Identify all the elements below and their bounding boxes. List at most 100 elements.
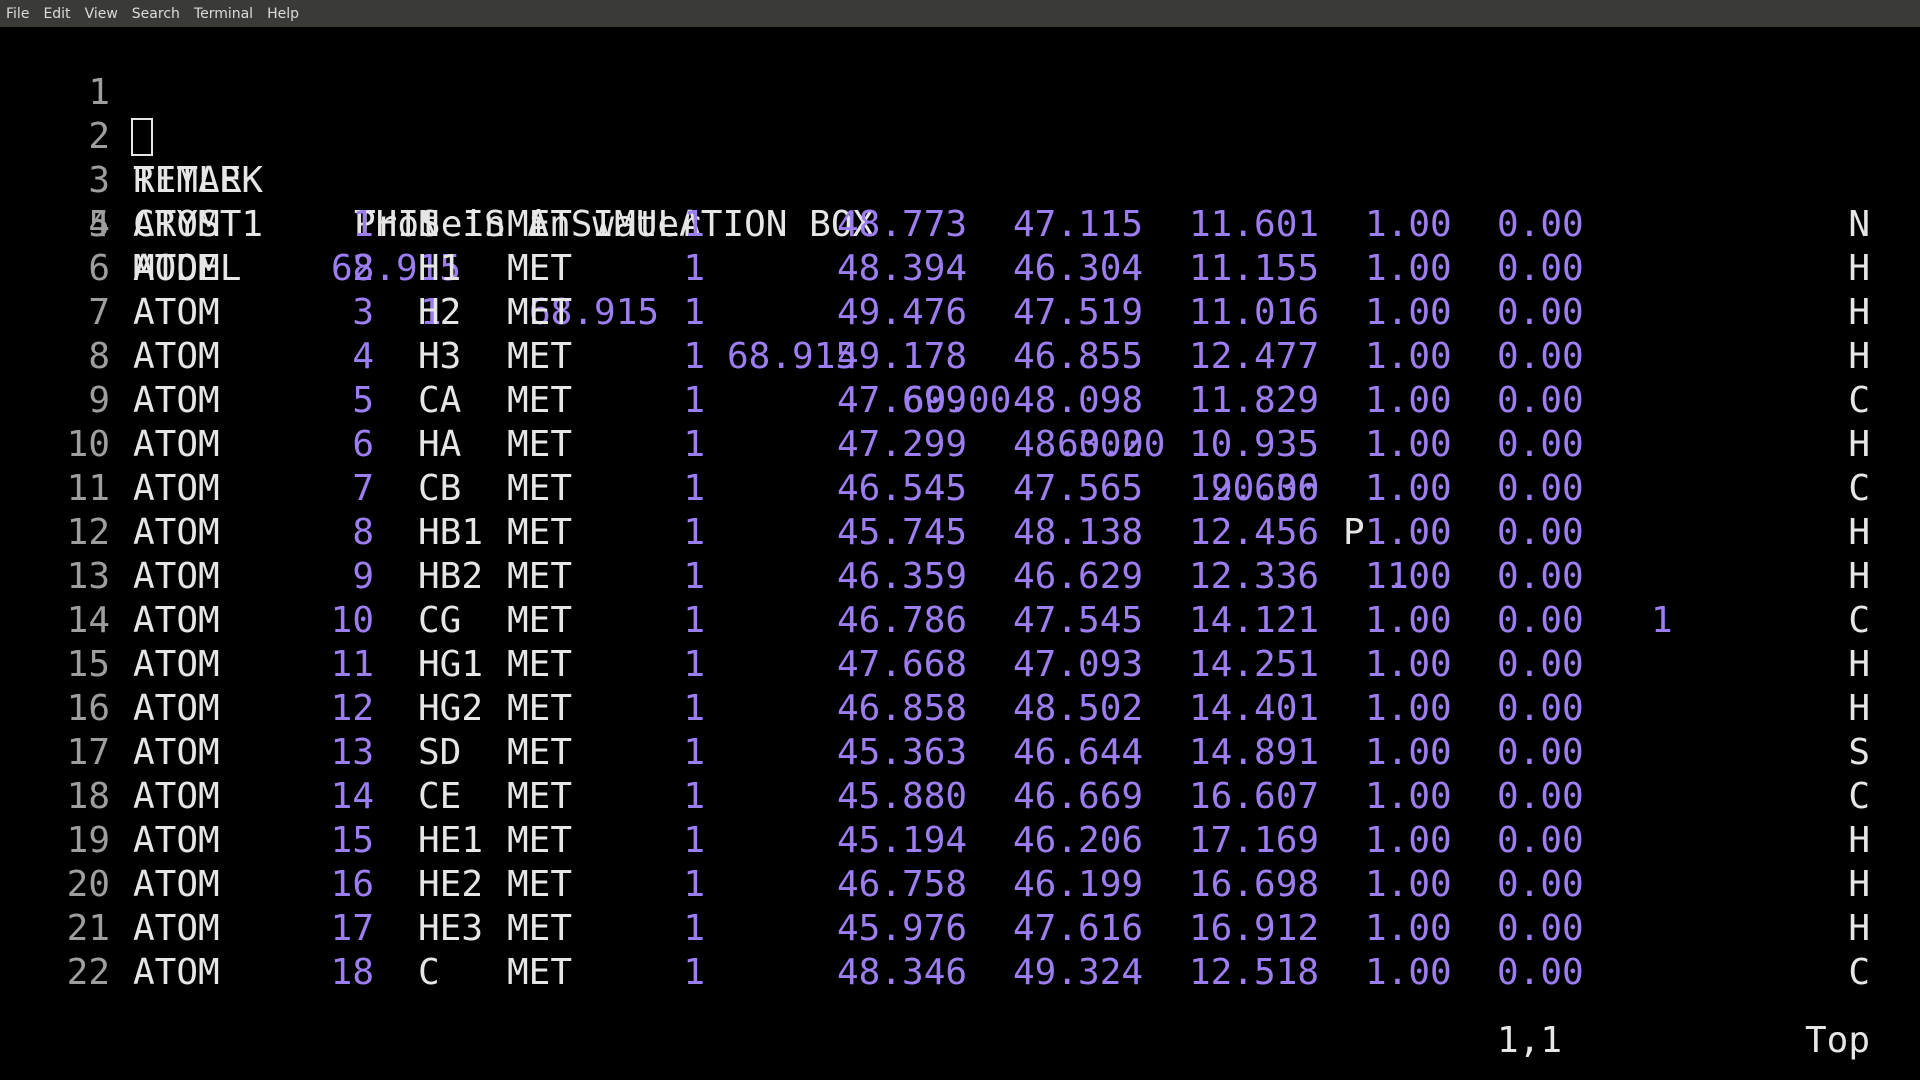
atom-serial: 11: [330, 644, 374, 685]
residue-seq: 1: [683, 380, 705, 421]
coord-y: 46.199: [1013, 864, 1144, 905]
editor-line: 16 ATOM 12 HG2 MET 1 46.858 48.502 14.401 1.00 0.0…: [0, 687, 1920, 731]
editor-line: 6 ATOM 2 H1 MET 1 48.394 46.304 11.155 1.00 0.00 H: [0, 247, 1920, 291]
editor-line: 12 ATOM 8 HB1 MET 1 45.745 48.138 12.456 1.00 0.00…: [0, 511, 1920, 555]
coord-x: 46.858: [837, 688, 968, 729]
line-number: 17: [66, 732, 110, 773]
residue-seq: 1: [683, 204, 705, 245]
terminal-editor[interactable]: 1 TITLE Protein in water 2 REMARK THIS I…: [0, 27, 1920, 1080]
editor-line: 10 ATOM 6 HA MET 1 47.299 48.302 10.935 1.00 0.00 H: [0, 423, 1920, 467]
atom-serial: 4: [352, 336, 374, 377]
editor-line: 3 CRYST1 68.915 68.915 68.915 60.00 60.0…: [0, 115, 1920, 641]
residue-seq: 1: [683, 952, 705, 993]
coord-z: 16.698: [1189, 864, 1320, 905]
menu-edit[interactable]: Edit: [36, 6, 77, 22]
element-symbol: C: [1848, 952, 1870, 993]
record-atom: ATOM: [133, 952, 220, 993]
record-atom: ATOM: [133, 644, 220, 685]
coord-y: 47.545: [1013, 600, 1144, 641]
atom-serial: 2: [352, 248, 374, 289]
record-atom: ATOM: [133, 204, 220, 245]
coord-z: 11.601: [1189, 204, 1320, 245]
editor-line: 4 MODEL 1: [0, 159, 1920, 333]
record-atom: ATOM: [133, 336, 220, 377]
occupancy: 1.00: [1365, 600, 1452, 641]
residue-name: MET: [507, 512, 573, 553]
menubar: File Edit View Search Terminal Help: [0, 0, 1920, 27]
coord-y: 47.519: [1013, 292, 1144, 333]
record-atom: ATOM: [133, 776, 220, 817]
coord-y: 48.138: [1013, 512, 1144, 553]
record-atom: ATOM: [133, 600, 220, 641]
record-atom: ATOM: [133, 820, 220, 861]
coord-z: 11.829: [1189, 380, 1320, 421]
occupancy: 1.00: [1365, 908, 1452, 949]
occupancy: 1.00: [1365, 864, 1452, 905]
editor-line: 22 ATOM 18 C MET 1 48.346 49.324 12.518 1.00 0.00 C: [0, 951, 1920, 995]
residue-name: MET: [507, 732, 573, 773]
coord-y: 47.115: [1013, 204, 1144, 245]
coord-z: 11.016: [1189, 292, 1320, 333]
residue-name: MET: [507, 424, 573, 465]
coord-x: 48.346: [837, 952, 968, 993]
occupancy: 1.00: [1365, 380, 1452, 421]
editor-line: 8 ATOM 4 H3 MET 1 49.178 46.855 12.477 1.00 0.00 H: [0, 335, 1920, 379]
atom-name: CB: [418, 468, 462, 509]
residue-seq: 1: [683, 556, 705, 597]
atom-name: CG: [418, 600, 462, 641]
atom-name: HB2: [418, 556, 484, 597]
record-atom: ATOM: [133, 512, 220, 553]
atom-name: HA: [418, 424, 462, 465]
residue-name: MET: [507, 204, 573, 245]
coord-x: 47.299: [837, 424, 968, 465]
menu-file[interactable]: File: [0, 6, 36, 22]
atom-name: H2: [418, 292, 462, 333]
residue-name: MET: [507, 776, 573, 817]
atom-name: H3: [418, 336, 462, 377]
menu-search[interactable]: Search: [125, 6, 187, 22]
coord-x: 47.668: [837, 644, 968, 685]
occupancy: 1.00: [1365, 512, 1452, 553]
editor-line: 18 ATOM 14 CE MET 1 45.880 46.669 16.607 1.00 0.00…: [0, 775, 1920, 819]
b-factor: 0.00: [1497, 820, 1584, 861]
atom-serial: 10: [330, 600, 374, 641]
residue-seq: 1: [683, 688, 705, 729]
atom-name: HB1: [418, 512, 484, 553]
residue-seq: 1: [683, 336, 705, 377]
residue-seq: 1: [683, 292, 705, 333]
atom-serial: 18: [330, 952, 374, 993]
b-factor: 0.00: [1497, 248, 1584, 289]
menu-view[interactable]: View: [78, 6, 125, 22]
coord-x: 48.394: [837, 248, 968, 289]
line-number: 10: [66, 424, 110, 465]
occupancy: 1.00: [1365, 820, 1452, 861]
atom-name: CA: [418, 380, 462, 421]
line-number: 18: [66, 776, 110, 817]
atom-serial: 8: [352, 512, 374, 553]
coord-z: 10.935: [1189, 424, 1320, 465]
menu-terminal[interactable]: Terminal: [187, 6, 260, 22]
occupancy: 1.00: [1365, 336, 1452, 377]
editor-line: 14 ATOM 10 CG MET 1 46.786 47.545 14.121 1.00 0.00…: [0, 599, 1920, 643]
b-factor: 0.00: [1497, 556, 1584, 597]
b-factor: 0.00: [1497, 600, 1584, 641]
line-number: 13: [66, 556, 110, 597]
atom-name: HG2: [418, 688, 484, 729]
residue-name: MET: [507, 908, 573, 949]
coord-z: 16.607: [1189, 776, 1320, 817]
coord-y: 48.502: [1013, 688, 1144, 729]
residue-seq: 1: [683, 468, 705, 509]
record-atom: ATOM: [133, 292, 220, 333]
scroll-indicator: Top: [1805, 1020, 1871, 1061]
line-number: 7: [88, 292, 110, 333]
element-symbol: H: [1848, 336, 1870, 377]
occupancy: 1.00: [1365, 952, 1452, 993]
record-atom: ATOM: [133, 380, 220, 421]
atom-serial: 9: [352, 556, 374, 597]
coord-y: 47.093: [1013, 644, 1144, 685]
coord-z: 12.477: [1189, 336, 1320, 377]
line-number: 11: [66, 468, 110, 509]
record-atom: ATOM: [133, 688, 220, 729]
menu-help[interactable]: Help: [260, 6, 306, 22]
b-factor: 0.00: [1497, 776, 1584, 817]
